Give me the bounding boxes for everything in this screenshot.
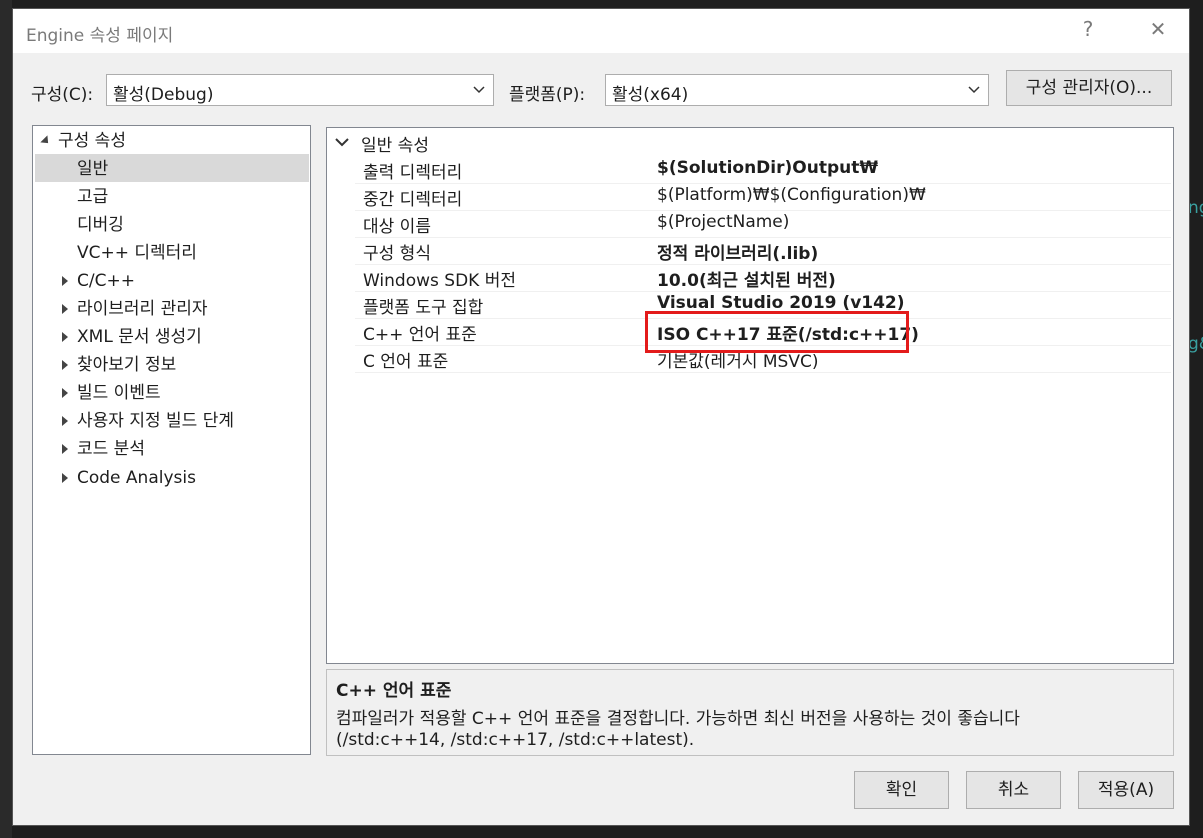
platform-dropdown[interactable]: 활성(x64) [605,74,989,106]
tree-item-label: C/C++ [77,271,135,291]
grid-category-header[interactable]: 일반 속성 [327,128,1173,156]
tree-item-debugging[interactable]: 디버깅 [77,211,124,239]
config-dropdown[interactable]: 활성(Debug) [106,74,494,106]
tree-item-vc-directories[interactable]: VC++ 디렉터리 [77,239,197,267]
config-manager-button[interactable]: 구성 관리자(O)... [1006,70,1172,106]
window-title: Engine 속성 페이지 [26,26,174,46]
background-ide-left [0,0,12,838]
tree-item-label: 일반 [77,159,109,179]
tree-item-label: 사용자 지정 빌드 단계 [77,411,234,431]
platform-label: 플랫폼(P): [509,85,586,105]
property-name: C++ 언어 표준 [363,325,477,345]
cancel-button[interactable]: 취소 [966,771,1061,809]
grid-category-label: 일반 속성 [361,136,429,156]
property-row-target-name[interactable]: 대상 이름 $(ProjectName) [355,210,1171,237]
collapsed-arrow-icon [62,276,68,286]
description-text: 컴파일러가 적용할 C++ 언어 표준을 결정합니다. 가능하면 최신 버전을 … [336,709,1020,729]
collapsed-arrow-icon [62,304,68,314]
property-row-output-dir[interactable]: 출력 디렉터리 $(SolutionDir)Output₩ [355,156,1171,183]
row-separator [355,372,1171,373]
chevron-down-icon [473,86,485,94]
property-row-intermediate-dir[interactable]: 중간 디렉터리 $(Platform)₩$(Configuration)₩ [355,183,1171,210]
tree-item-label: 찾아보기 정보 [77,355,177,375]
tree-item-label: XML 문서 생성기 [77,327,202,347]
property-value: 정적 라이브러리(.lib) [657,244,819,264]
grid-gutter [328,156,356,372]
property-value: Visual Studio 2019 (v142) [657,293,905,313]
collapsed-arrow-icon [62,332,68,342]
property-name: 구성 형식 [363,244,431,264]
category-tree: 구성 속성 일반 고급 디버깅 VC++ 디렉터리 C/C++ 라이브러리 관리… [32,125,311,755]
tree-item-label: VC++ 디렉터리 [77,243,197,263]
collapsed-arrow-icon [62,416,68,426]
platform-dropdown-value: 활성(x64) [612,85,689,105]
property-value: $(ProjectName) [657,212,790,232]
property-row-windows-sdk[interactable]: Windows SDK 버전 10.0(최근 설치된 버전) [355,264,1171,291]
expanded-arrow-icon [40,135,52,147]
collapsed-arrow-icon [62,360,68,370]
property-name: C 언어 표준 [363,352,449,372]
property-name: 플랫폼 도구 집합 [363,298,484,318]
property-name: Windows SDK 버전 [363,271,517,291]
config-dropdown-value: 활성(Debug) [113,85,214,105]
tree-root-label: 구성 속성 [58,131,126,151]
property-grid: 일반 속성 출력 디렉터리 $(SolutionDir)Output₩ 중간 디… [326,127,1174,664]
close-button[interactable]: ✕ [1143,17,1173,41]
tree-item-label: Code Analysis [77,468,196,488]
description-title: C++ 언어 표준 [336,681,452,701]
property-value: $(SolutionDir)Output₩ [657,158,879,178]
chevron-down-icon [968,86,980,94]
background-text-fragment: ng [1188,198,1203,218]
description-panel: C++ 언어 표준 컴파일러가 적용할 C++ 언어 표준을 결정합니다. 가능… [326,669,1174,756]
property-row-config-type[interactable]: 구성 형식 정적 라이브러리(.lib) [355,237,1171,264]
property-name: 대상 이름 [363,217,431,237]
tree-item-label: 빌드 이벤트 [77,383,161,403]
ok-button[interactable]: 확인 [854,771,949,809]
tree-item-advanced[interactable]: 고급 [77,183,108,211]
tree-item-label: 코드 분석 [77,439,145,459]
background-ide-right [1190,0,1203,838]
title-bar: Engine 속성 페이지 ? ✕ [13,9,1189,53]
description-text: (/std:c++14, /std:c++17, /std:c++latest)… [336,730,695,750]
tree-item-label: 고급 [77,187,109,207]
config-label: 구성(C): [31,85,94,105]
apply-button[interactable]: 적용(A) [1078,771,1174,809]
property-name: 출력 디렉터리 [363,163,463,183]
tree-item-label: 라이브러리 관리자 [77,299,208,319]
chevron-down-icon [335,138,349,147]
property-value: $(Platform)₩$(Configuration)₩ [657,185,926,205]
help-button[interactable]: ? [1073,17,1103,41]
collapsed-arrow-icon [62,388,68,398]
property-name: 중간 디렉터리 [363,190,463,210]
property-value: 10.0(최근 설치된 버전) [657,271,836,291]
tree-item-general[interactable]: 일반 [77,155,108,183]
tree-item-label: 디버깅 [77,215,124,235]
annotation-highlight-box [645,311,909,353]
background-text-fragment: g& [1188,334,1203,354]
property-pages-dialog: Engine 속성 페이지 ? ✕ 구성(C): 활성(Debug) 플랫폼(P… [12,8,1190,826]
collapsed-arrow-icon [62,444,68,454]
collapsed-arrow-icon [62,473,68,483]
